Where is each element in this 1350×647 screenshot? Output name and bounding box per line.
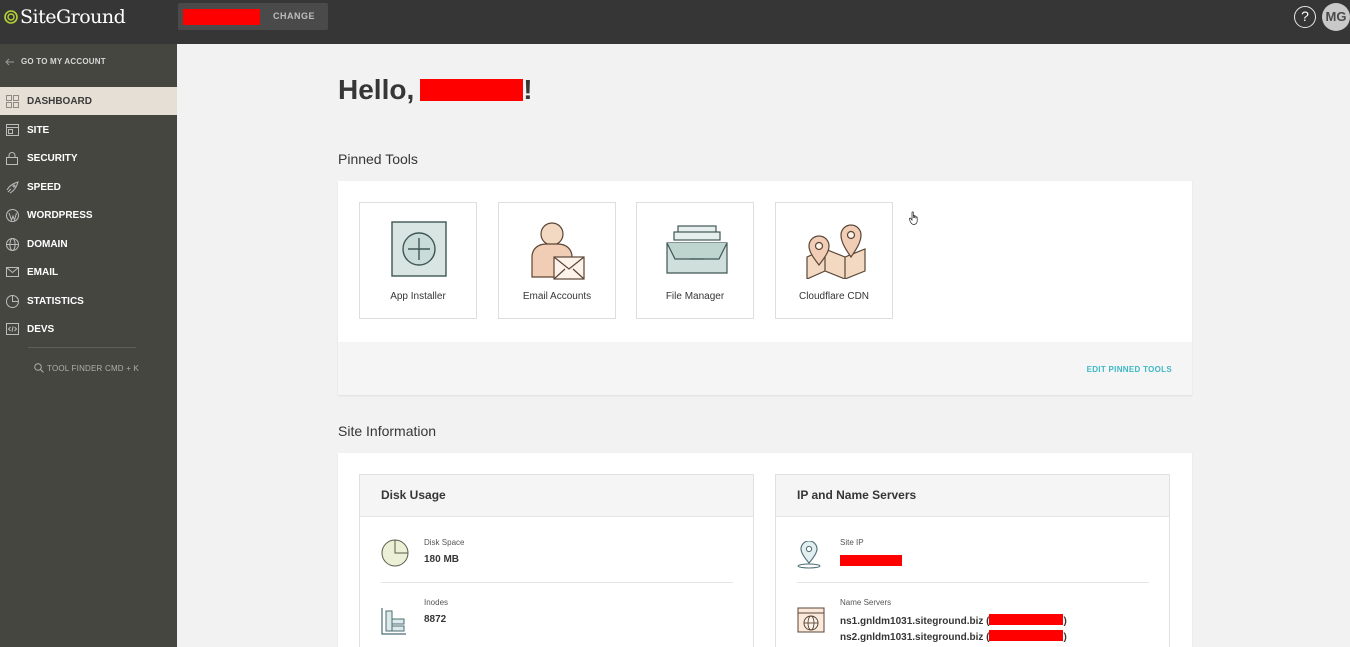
code-icon [5,322,19,336]
site-ip-value [840,555,902,568]
main-content: Hello,! Pinned Tools App Installer Email… [177,44,1350,647]
sidebar-item-statistics[interactable]: STATISTICS [0,287,177,315]
ns1-line: ns1.gnldm1031.siteground.biz () [840,614,1067,627]
top-bar: SiteGround CHANGE ? MG [0,0,1350,44]
disk-usage-card: Disk Usage Disk Space 180 MB Inodes 8872 [359,474,754,647]
cloudflare-map-icon [806,224,866,279]
sidebar-item-label: DASHBOARD [27,95,92,107]
hand-cursor-icon [909,211,918,225]
name-servers-label: Name Servers [840,598,892,607]
inodes-value: 8872 [424,614,447,625]
sidebar-item-label: SECURITY [27,152,78,164]
wordpress-icon [5,208,19,222]
sidebar-item-devs[interactable]: DEVS [0,315,177,343]
location-pin-icon [797,541,821,569]
ip-name-servers-card: IP and Name Servers Site IP Name Servers… [775,474,1170,647]
ns2-line: ns2.gnldm1031.siteground.biz () [840,630,1067,643]
arrow-left-icon [5,58,14,65]
redacted-site-name [183,9,260,25]
sidebar-item-label: SPEED [27,181,61,193]
disk-usage-title: Disk Usage [360,475,753,517]
site-information-title: Site Information [338,423,437,439]
sidebar-item-wordpress[interactable]: WORDPRESS [0,201,177,229]
sidebar-item-domain[interactable]: DOMAIN [0,230,177,258]
tile-label: Cloudflare CDN [798,291,870,302]
sidebar-item-dashboard[interactable]: DASHBOARD [0,87,177,115]
ns2-value: ns2.gnldm1031.siteground.biz [840,632,984,643]
brand-name: SiteGround [20,6,126,28]
ns1-value: ns1.gnldm1031.siteground.biz [840,616,984,627]
sidebar-item-label: DOMAIN [27,238,68,250]
row-divider [797,582,1149,583]
globe-icon [5,237,19,251]
tile-app-installer[interactable]: App Installer [359,202,477,319]
tile-cloudflare-cdn[interactable]: Cloudflare CDN [775,202,893,319]
pinned-tools-title: Pinned Tools [338,151,418,167]
dashboard-icon [5,94,19,108]
pinned-tools-panel: App Installer Email Accounts File Manage… [338,181,1192,395]
edit-pinned-tools-link[interactable]: EDIT PINNED TOOLS [1087,365,1172,374]
sidebar-item-label: EMAIL [27,266,59,278]
greeting-heading: Hello,! [338,74,533,106]
file-manager-icon [666,225,728,274]
sidebar-item-security[interactable]: SECURITY [0,144,177,172]
back-label: GO TO MY ACCOUNT [21,57,106,66]
sidebar-item-site[interactable]: SITE [0,116,177,144]
site-information-panel: Disk Usage Disk Space 180 MB Inodes 8872… [338,453,1192,647]
inodes-label: Inodes [424,598,449,607]
redacted-user-name [420,79,524,101]
change-site-button[interactable]: CHANGE [273,11,315,21]
server-globe-icon [797,607,825,633]
email-accounts-icon [531,222,585,280]
sidebar-divider [28,347,136,348]
sidebar-item-label: SITE [27,124,50,136]
tile-label: File Manager [665,291,725,302]
tile-label: Email Accounts [522,291,592,302]
site-icon [5,123,19,137]
redacted-ns2-ip [989,630,1064,641]
greeting-text: Hello, [338,74,415,105]
sidebar-item-label: STATISTICS [27,295,84,307]
greeting-suffix: ! [523,74,533,105]
search-icon [34,363,44,373]
go-to-my-account-link[interactable]: GO TO MY ACCOUNT [5,57,106,66]
app-installer-icon [391,221,447,277]
disk-space-value: 180 MB [424,554,460,565]
lock-icon [5,151,19,165]
tool-finder-search[interactable]: TOOL FINDER CMD + K [34,363,139,373]
redacted-ns1-ip [989,614,1064,625]
sidebar: GO TO MY ACCOUNT DASHBOARD SITE SECURITY… [0,44,177,647]
help-button[interactable]: ? [1294,6,1316,28]
siteground-logo[interactable]: SiteGround [4,6,126,28]
ip-name-servers-title: IP and Name Servers [776,475,1169,517]
sidebar-item-label: DEVS [27,323,55,335]
pie-chart-icon [5,294,19,308]
tool-finder-label: TOOL FINDER CMD + K [47,363,140,373]
site-ip-label: Site IP [840,538,864,547]
pinned-tools-footer: EDIT PINNED TOOLS [338,342,1192,395]
user-avatar[interactable]: MG [1322,3,1350,31]
envelope-icon [5,265,19,279]
row-divider [381,582,733,583]
tile-file-manager[interactable]: File Manager [636,202,754,319]
sidebar-item-label: WORDPRESS [27,209,93,221]
site-switcher[interactable]: CHANGE [178,3,328,30]
sidebar-item-email[interactable]: EMAIL [0,258,177,286]
sidebar-item-speed[interactable]: SPEED [0,173,177,201]
tile-email-accounts[interactable]: Email Accounts [498,202,616,319]
siteground-swirl-icon [4,10,18,24]
redacted-ip [840,555,902,566]
disk-space-label: Disk Space [424,538,465,547]
rocket-icon [5,180,19,194]
inodes-icon [381,608,406,635]
disk-space-pie-icon [381,539,409,567]
tile-label: App Installer [390,291,446,302]
